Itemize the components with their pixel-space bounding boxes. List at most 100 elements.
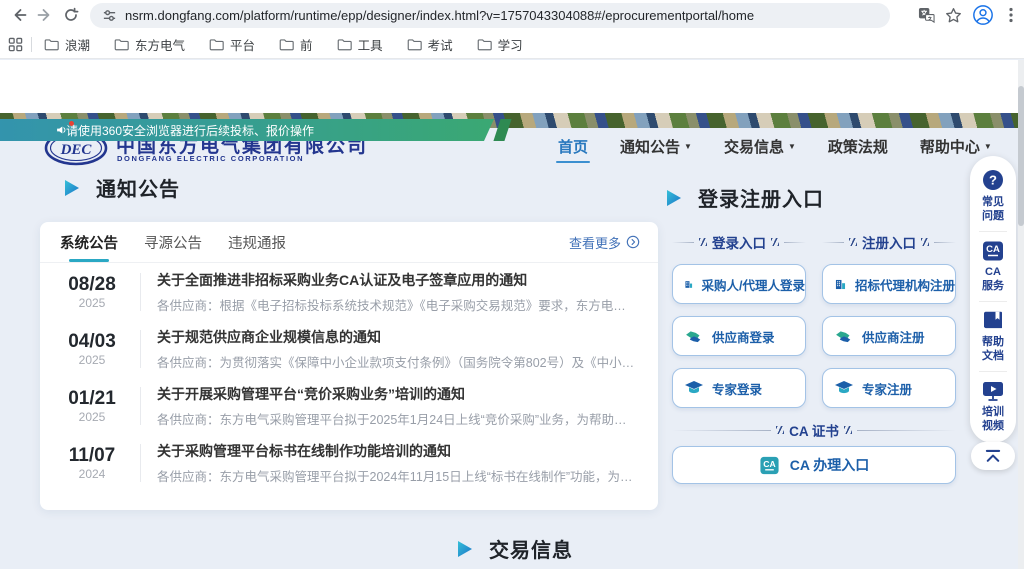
nav-item-policies[interactable]: 政策法规: [828, 136, 888, 163]
announcements-section-title: 通知公告: [62, 173, 180, 202]
section-title-text: 通知公告: [96, 173, 180, 202]
register-group-label: 注册入口: [862, 232, 916, 252]
announcements-card: 系统公告 寻源公告 违规通报 查看更多 08/28 2025 关于全面推进非招标…: [40, 222, 658, 510]
divider-line: [822, 242, 844, 243]
kebab-menu-icon[interactable]: [1004, 7, 1018, 23]
announcement-title[interactable]: 关于采购管理平台标书在线制作功能培训的通知: [157, 441, 638, 461]
divider-line: [934, 242, 956, 243]
forward-arrow-icon: [37, 7, 53, 23]
folder-icon: [209, 38, 224, 51]
page-scrollbar-thumb[interactable]: [1018, 86, 1024, 226]
announcement-date: 01/21 2025: [60, 388, 124, 424]
button-label: 专家登录: [712, 379, 762, 398]
chevron-down-icon: ▼: [984, 143, 992, 151]
announcement-row[interactable]: 04/03 2025 关于规范供应商企业规模信息的通知 各供应商：为贯彻落实《保…: [40, 320, 658, 377]
slash-ornament: [844, 426, 852, 434]
training-video-icon: [981, 380, 1005, 402]
announcement-title[interactable]: 关于全面推进非招标采购业务CA认证及电子签章应用的通知: [157, 270, 638, 290]
nav-item-announcements[interactable]: 通知公告 ▼: [620, 136, 692, 163]
bookmark-label: 学习: [498, 35, 523, 54]
ca-apply-button[interactable]: CA CA 办理入口: [672, 446, 956, 484]
section-arrow-icon: [62, 178, 82, 198]
expert-register-button[interactable]: 专家注册: [822, 368, 956, 408]
buyer-agent-login-button[interactable]: 采购人/代理人登录: [672, 264, 806, 304]
announcement-row[interactable]: 08/28 2025 关于全面推进非招标采购业务CA认证及电子签章应用的通知 各…: [40, 263, 658, 320]
divider-line: [672, 242, 694, 243]
announcement-row[interactable]: 01/21 2025 关于开展采购管理平台“竞价采购业务”培训的通知 各供应商：…: [40, 377, 658, 434]
bookmark-star-icon[interactable]: [945, 7, 962, 24]
announcement-title[interactable]: 关于开展采购管理平台“竞价采购业务”培训的通知: [157, 384, 638, 404]
bookmark-folder-exam[interactable]: 考试: [407, 35, 453, 54]
notification-dot: [69, 121, 74, 126]
nav-label: 交易信息: [724, 136, 784, 157]
ca-group-header: CA 证书: [672, 420, 956, 440]
tab-violation-reports[interactable]: 违规通报: [228, 222, 286, 262]
button-label: CA 办理入口: [790, 455, 870, 475]
logo-abbr-text: DEC: [60, 142, 93, 158]
bookmark-label: 前: [300, 35, 313, 54]
question-icon: ?: [981, 168, 1005, 192]
faq-shortcut[interactable]: ? 常见问题: [980, 168, 1006, 223]
announcement-row[interactable]: 11/07 2024 关于采购管理平台标书在线制作功能培训的通知 各供应商：东方…: [40, 434, 658, 491]
section-arrow-icon: [664, 188, 684, 208]
button-label: 采购人/代理人登录: [702, 275, 805, 294]
view-more-link[interactable]: 查看更多: [569, 233, 640, 252]
announcement-date: 11/07 2024: [60, 445, 124, 481]
agency-register-button[interactable]: 招标代理机构注册: [822, 264, 956, 304]
bookmark-folder-dongfang[interactable]: 东方电气: [114, 35, 185, 54]
tab-label: 系统公告: [60, 232, 118, 253]
nav-item-trade-info[interactable]: 交易信息 ▼: [724, 136, 796, 163]
bookmark-folder-study[interactable]: 学习: [477, 35, 523, 54]
profile-avatar-icon[interactable]: [972, 4, 994, 26]
site-header: DEC 中国东方电气集团有限公司 DONGFANG ELECTRIC CORPO…: [0, 60, 1024, 113]
toolbar-divider: [979, 371, 1007, 372]
button-label: 招标代理机构注册: [855, 275, 955, 294]
site-controls-icon[interactable]: [102, 8, 117, 23]
nav-label: 帮助中心: [920, 136, 980, 157]
translate-icon[interactable]: [918, 7, 935, 24]
address-bar[interactable]: nsrm.dongfang.com/platform/runtime/epp/d…: [90, 3, 890, 28]
login-register-section-title: 登录注册入口: [664, 183, 824, 212]
help-docs-shortcut[interactable]: 帮助文档: [980, 310, 1006, 363]
notice-marquee-bar[interactable]: 请使用360安全浏览器进行后续投标、报价操作: [0, 119, 494, 141]
bookmarks-separator: [31, 37, 32, 52]
building-icon: [684, 275, 694, 294]
supplier-login-button[interactable]: 供应商登录: [672, 316, 806, 356]
nav-item-home[interactable]: 首页: [558, 136, 588, 163]
browser-back-button[interactable]: [6, 2, 32, 28]
section-title-text: 登录注册入口: [698, 183, 824, 212]
bookmark-folder-platform[interactable]: 平台: [209, 35, 255, 54]
announcement-title[interactable]: 关于规范供应商企业规模信息的通知: [157, 327, 638, 347]
bookmark-folder-tools[interactable]: 工具: [337, 35, 383, 54]
browser-forward-button[interactable]: [32, 2, 58, 28]
graduation-cap-icon: [834, 378, 854, 398]
bookmark-label: 工具: [358, 35, 383, 54]
back-to-top-button[interactable]: [971, 442, 1015, 470]
handshake-icon: [834, 326, 854, 346]
ca-service-shortcut[interactable]: CA CA 服务: [980, 240, 1006, 293]
date-text: 04/03: [60, 331, 124, 352]
browser-reload-button[interactable]: [58, 2, 84, 28]
training-videos-shortcut[interactable]: 培训视频: [980, 380, 1006, 433]
bookmark-folder-front[interactable]: 前: [279, 35, 313, 54]
login-group-header: 登录入口: [672, 232, 806, 252]
slash-ornament: [921, 238, 929, 246]
tab-label: 违规通报: [228, 232, 286, 253]
ca-icon-text: CA: [986, 244, 1000, 255]
tab-system-announcements[interactable]: 系统公告: [60, 222, 118, 262]
expert-login-button[interactable]: 专家登录: [672, 368, 806, 408]
row-divider: [140, 387, 141, 425]
divider-line: [857, 430, 956, 431]
apps-grid-icon[interactable]: [8, 37, 23, 52]
help-doc-icon: [981, 310, 1005, 332]
url-text[interactable]: nsrm.dongfang.com/platform/runtime/epp/d…: [125, 8, 754, 23]
announcement-summary: 各供应商：东方电气采购管理平台拟于2024年11月15日上线“标书在线制作”功能…: [157, 466, 638, 485]
bookmark-folder-langchao[interactable]: 浪潮: [44, 35, 90, 54]
nav-label: 政策法规: [828, 136, 888, 157]
year-text: 2025: [60, 410, 124, 424]
tab-sourcing-announcements[interactable]: 寻源公告: [144, 222, 202, 262]
shortcut-label: 常见问题: [980, 195, 1006, 223]
supplier-register-button[interactable]: 供应商注册: [822, 316, 956, 356]
circle-chevron-right-icon: [626, 235, 640, 249]
toolbar-divider: [979, 231, 1007, 232]
